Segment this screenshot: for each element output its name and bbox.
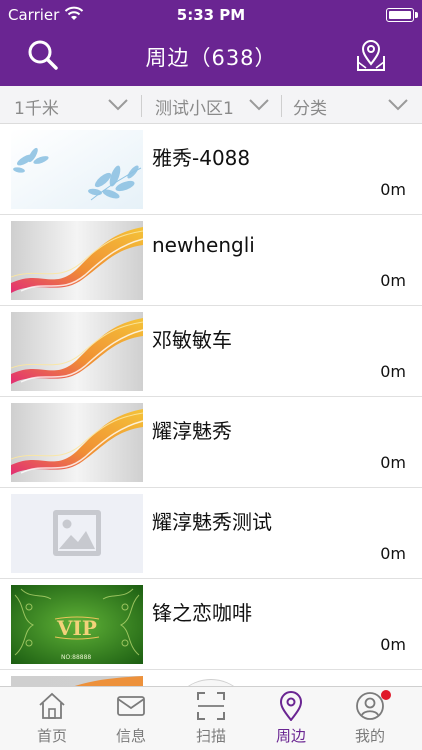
location-pin-icon <box>279 691 303 721</box>
tab-home-label: 首页 <box>36 727 67 745</box>
store-distance: 0m <box>380 362 406 381</box>
community-filter[interactable]: 测试小区1 <box>142 86 281 124</box>
store-name: 邓敏敏车 <box>152 328 232 352</box>
vip-card-thumbnail: VIP NO:88888 <box>11 585 143 664</box>
store-name: 锋之恋咖啡 <box>152 601 252 625</box>
chevron-down-icon <box>388 99 408 111</box>
list-item[interactable]: newhengli 0m <box>0 215 422 306</box>
store-distance: 0m <box>380 544 406 563</box>
home-icon <box>39 692 65 719</box>
store-thumbnail <box>11 221 143 300</box>
store-thumbnail <box>11 312 143 391</box>
tab-nearby-label: 周边 <box>275 727 306 745</box>
nearby-list: 雅秀-4088 0m newhengli 0m 邓敏敏车 0m 耀淳魅秀 0m … <box>0 124 422 686</box>
mail-icon <box>117 696 145 716</box>
tab-messages[interactable]: 信息 <box>89 687 173 750</box>
chevron-down-icon <box>108 99 128 111</box>
store-name: 雅秀-4088 <box>152 146 251 170</box>
store-name: 耀淳魅秀 <box>152 419 232 443</box>
chevron-down-icon <box>249 99 269 111</box>
clock: 5:33 PM <box>176 6 246 24</box>
notification-badge <box>381 690 391 700</box>
distance-filter-label: 1千米 <box>14 99 59 119</box>
tab-scan[interactable]: 扫描 <box>169 687 253 750</box>
tab-nearby[interactable]: 周边 <box>249 687 333 750</box>
nav-header: Carrier 5:33 PM 周边（638） <box>0 0 422 86</box>
tab-profile-label: 我的 <box>354 727 385 745</box>
image-placeholder-icon <box>11 494 143 573</box>
map-location-icon[interactable] <box>354 38 388 72</box>
vip-number: NO:88888 <box>61 654 91 661</box>
store-distance: 0m <box>380 180 406 199</box>
store-name: newhengli <box>152 233 255 257</box>
list-item[interactable]: VIP NO:88888 锋之恋咖啡 0m <box>0 579 422 670</box>
tab-home[interactable]: 首页 <box>10 687 94 750</box>
vip-text: VIP <box>56 616 97 640</box>
store-thumbnail <box>11 130 143 209</box>
scan-icon <box>197 692 225 720</box>
tab-bar: 首页 信息 扫描 周边 我的 <box>0 686 422 750</box>
store-thumbnail <box>11 403 143 482</box>
store-thumbnail <box>11 676 143 686</box>
store-distance: 0m <box>380 453 406 472</box>
store-distance: 0m <box>380 271 406 290</box>
list-item[interactable]: 耀淳魅秀 0m <box>0 397 422 488</box>
store-distance: 0m <box>380 635 406 654</box>
tab-messages-label: 信息 <box>115 727 146 745</box>
category-filter-label: 分类 <box>293 99 327 119</box>
community-filter-label: 测试小区1 <box>155 99 234 119</box>
store-name: 耀淳魅秀测试 <box>152 510 272 534</box>
category-filter[interactable]: 分类 <box>282 86 422 124</box>
list-item[interactable]: 耀淳魅秀测试 0m <box>0 488 422 579</box>
tab-scan-label: 扫描 <box>195 727 226 745</box>
battery-icon <box>386 8 418 22</box>
list-item[interactable]: 雅秀-4088 0m <box>0 124 422 215</box>
filter-bar: 1千米 测试小区1 分类 <box>0 86 422 124</box>
list-item[interactable]: 邓敏敏车 0m <box>0 306 422 397</box>
tab-profile[interactable]: 我的 <box>328 687 412 750</box>
status-bar: Carrier 5:33 PM <box>0 0 422 30</box>
distance-filter[interactable]: 1千米 <box>0 86 140 124</box>
